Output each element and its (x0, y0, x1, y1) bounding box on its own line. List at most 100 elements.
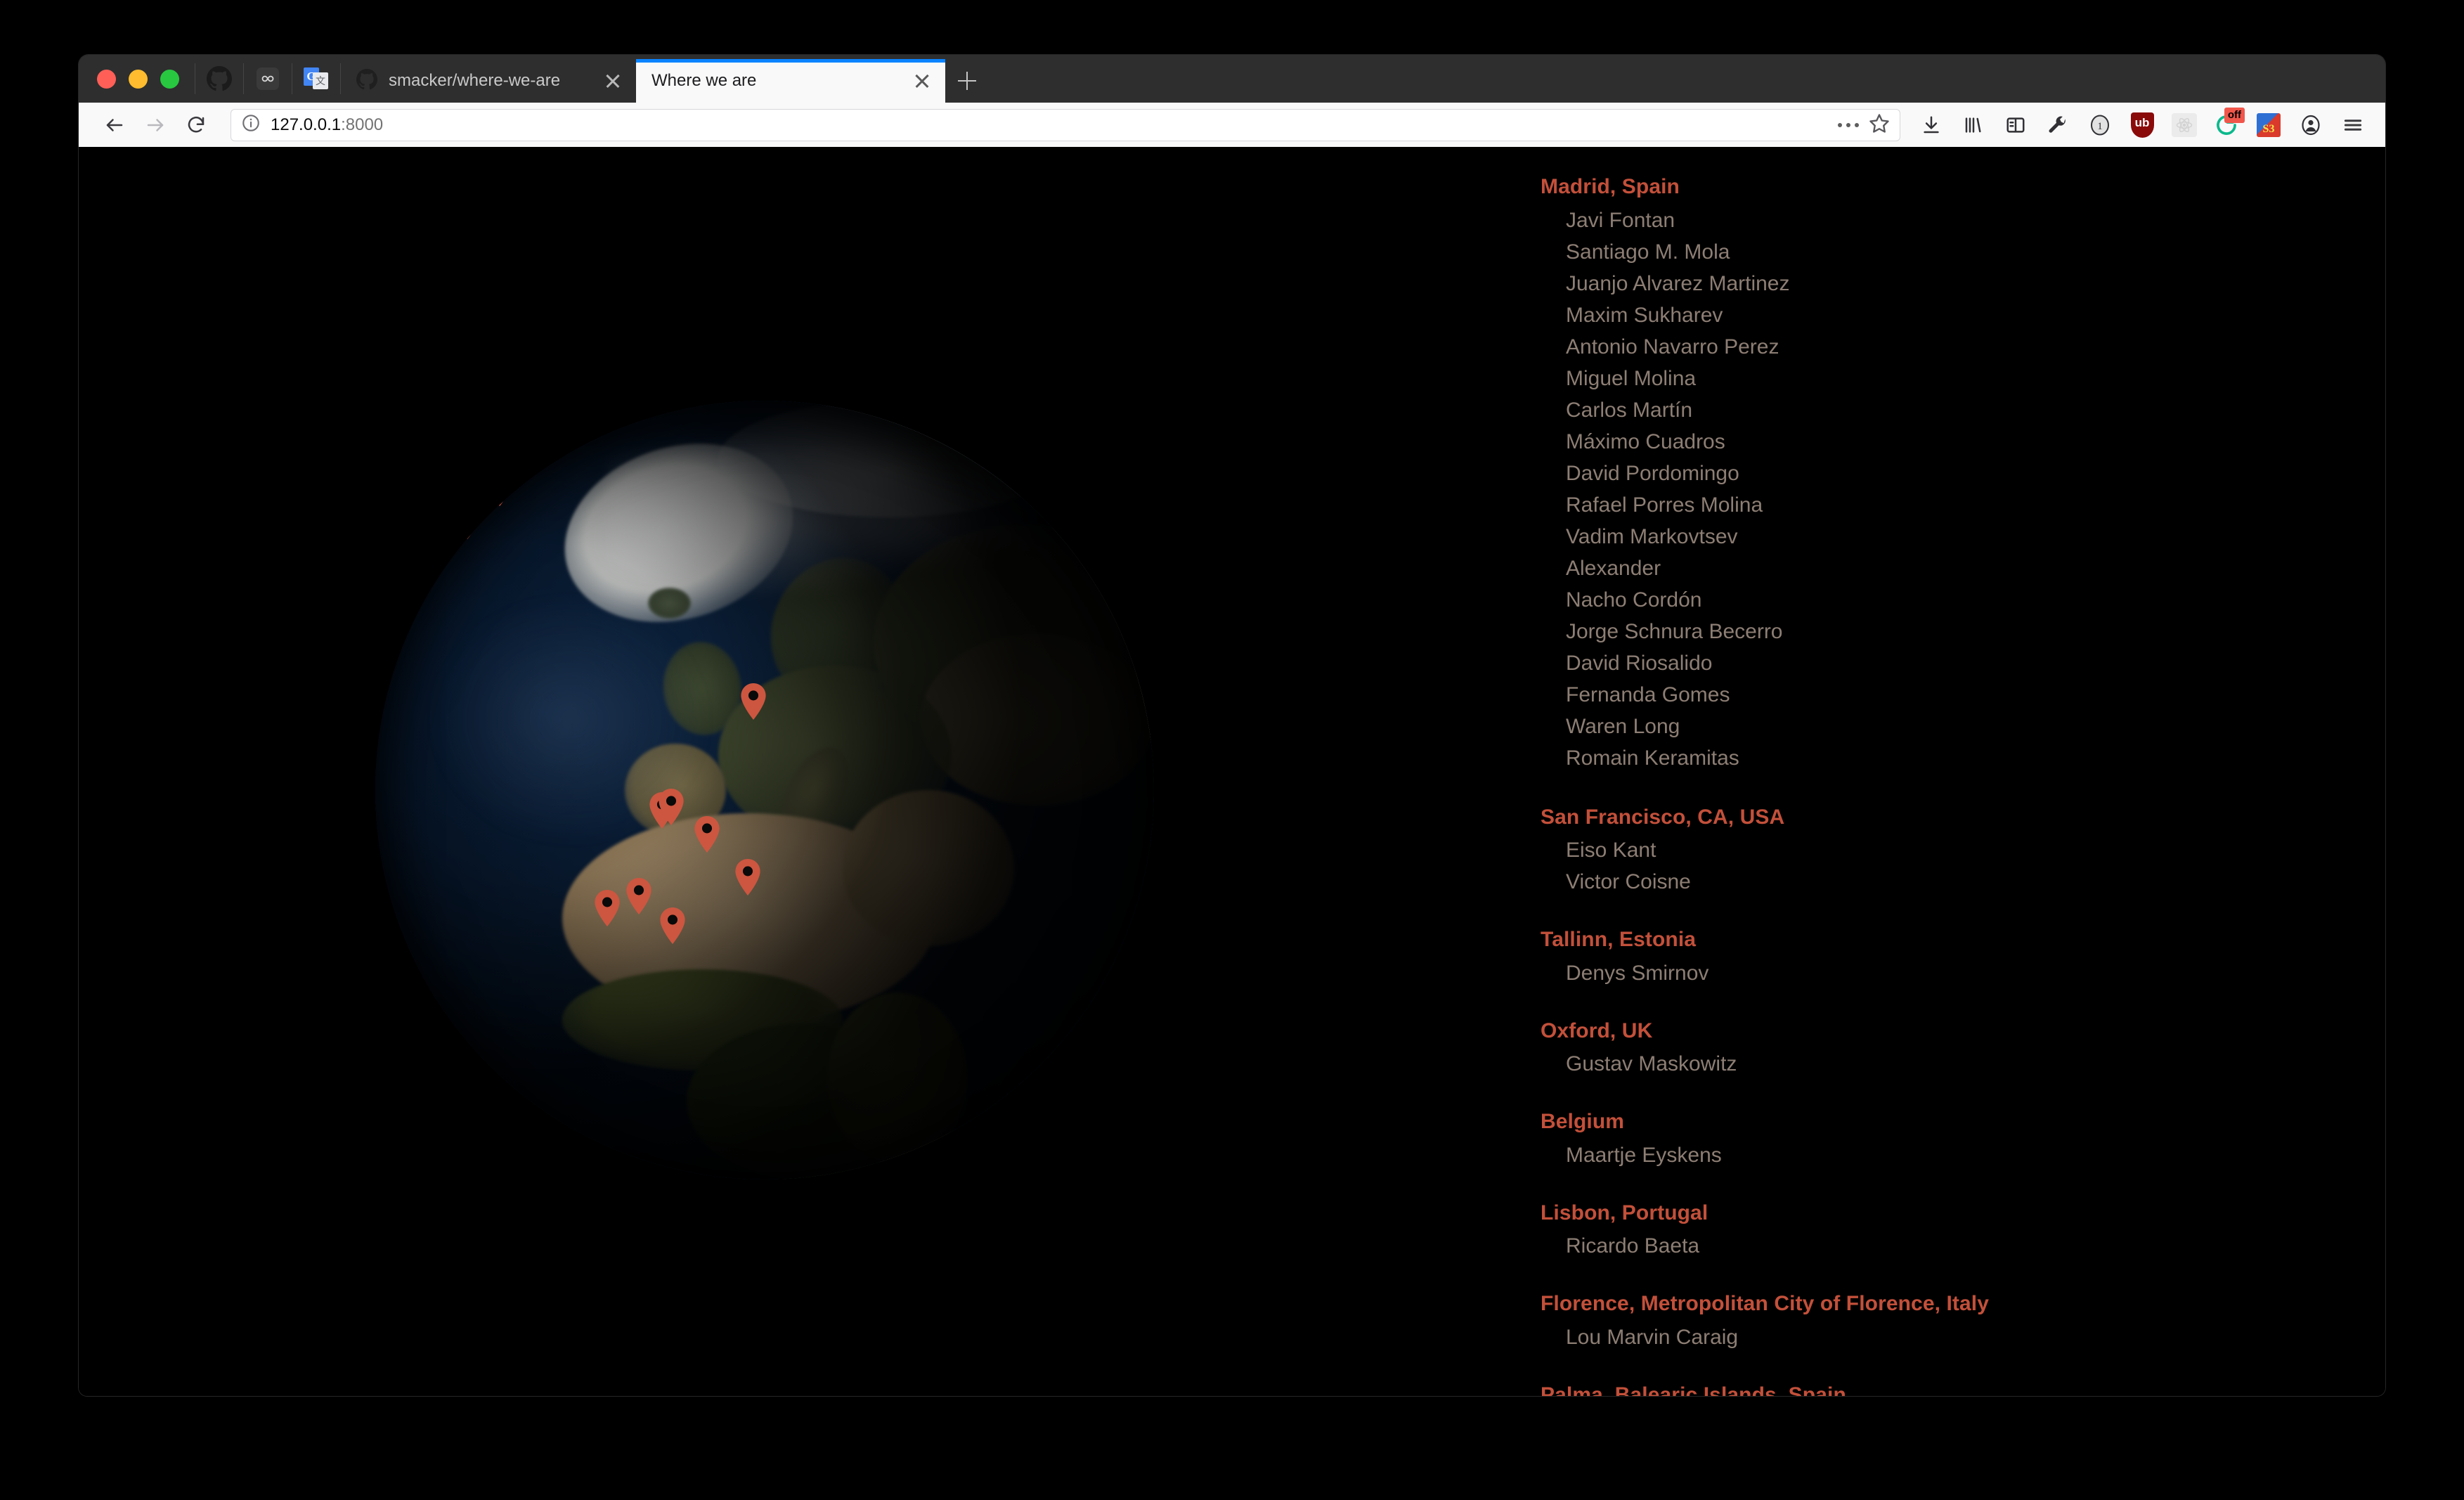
person-name: Victor Coisne (1541, 866, 2343, 898)
pinned-tab-infinity[interactable] (244, 55, 292, 103)
person-name: Eiso Kant (1541, 834, 2343, 866)
city-name: San Francisco, CA, USA (1541, 803, 2343, 832)
city-name: Florence, Metropolitan City of Florence,… (1541, 1290, 2343, 1319)
reload-icon (186, 115, 207, 136)
tab-title: smacker/where-we-are (389, 71, 591, 91)
new-tab-button[interactable] (945, 59, 989, 103)
city-block: San Francisco, CA, USAEiso KantVictor Co… (1541, 803, 2343, 898)
svg-text:1: 1 (2097, 121, 2103, 132)
ublock-origin-button[interactable]: ub (2122, 106, 2162, 144)
url-input[interactable]: 127.0.0.1:8000 (271, 115, 1828, 135)
city-block: Oxford, UKGustav Maskowitz (1541, 1017, 2343, 1080)
infinity-icon (256, 67, 280, 91)
close-window-button[interactable] (97, 70, 116, 89)
person-name: Denys Smirnov (1541, 957, 2343, 989)
city-block: Palma, Balearic Islands, Spain (1541, 1381, 2343, 1397)
status-badge: off (2224, 108, 2245, 123)
pin-belgium[interactable] (694, 816, 720, 853)
city-block: BelgiumMaartje Eyskens (1541, 1108, 2343, 1171)
pin-balearic-palma[interactable] (659, 907, 686, 944)
person-name: Máximo Cuadros (1541, 426, 2343, 458)
page-actions-button[interactable] (1838, 123, 1859, 127)
onepassword-button[interactable]: 1 (2080, 106, 2120, 144)
navigation-toolbar: 127.0.0.1:8000 (79, 103, 2385, 148)
url-host: 127.0.0.1 (271, 115, 341, 134)
city-name: Oxford, UK (1541, 1017, 2343, 1046)
menu-icon (2342, 115, 2364, 136)
city-name: Palma, Balearic Islands, Spain (1541, 1381, 2343, 1397)
ublock-origin-icon: ub (2131, 112, 2154, 138)
person-name: Ricardo Baeta (1541, 1230, 2343, 1262)
city-name: Madrid, Spain (1541, 173, 2343, 202)
person-name: Javi Fontan (1541, 205, 2343, 236)
pin-uk-b[interactable] (658, 789, 685, 825)
zoom-window-button[interactable] (160, 70, 179, 89)
github-icon (207, 66, 232, 91)
city-block: Tallinn, EstoniaDenys Smirnov (1541, 926, 2343, 989)
city-name: Belgium (1541, 1108, 2343, 1137)
person-name: Vadim Markovtsev (1541, 521, 2343, 552)
pin-portugal-lisbon[interactable] (594, 890, 621, 926)
city-block: Madrid, Spain Javi FontanSantiago M. Mola… (1541, 173, 2343, 774)
react-devtools-icon (2172, 113, 2197, 137)
pin-scandinavia[interactable] (740, 683, 767, 720)
account-button[interactable] (2291, 106, 2330, 144)
person-name: Maxim Sukharev (1541, 299, 2343, 331)
developer-tools-button[interactable] (2038, 106, 2077, 144)
window-controls (79, 55, 195, 103)
toolbar-icon-group: 1 ub (1912, 106, 2373, 144)
person-name: Carlos Martín (1541, 394, 2343, 426)
minimize-window-button[interactable] (129, 70, 148, 89)
pin-greenland-southwest[interactable] (454, 503, 481, 539)
s3-extension-icon (2257, 113, 2281, 137)
tab-smacker-where-we-are[interactable]: smacker/where-we-are (341, 59, 636, 103)
pinned-tab-google-translate[interactable]: G 文 (292, 55, 340, 103)
tab-title: Where we are (651, 71, 900, 91)
url-bar[interactable]: 127.0.0.1:8000 (231, 109, 1900, 141)
page-viewport: Madrid, Spain Javi FontanSantiago M. Mola… (79, 148, 2385, 1396)
forward-button[interactable] (135, 106, 176, 144)
person-name: Rafael Porres Molina (1541, 489, 2343, 521)
earth-globe[interactable] (375, 401, 1154, 1179)
bookmark-star-icon[interactable] (1869, 112, 1890, 137)
tab-where-we-are[interactable]: Where we are (636, 59, 945, 103)
library-icon (1963, 115, 1984, 136)
person-name: Lou Marvin Caraig (1541, 1321, 2343, 1353)
downloads-button[interactable] (1912, 106, 1951, 144)
close-tab-button[interactable] (912, 70, 933, 91)
pinned-tab-github[interactable] (195, 55, 243, 103)
person-name: Nacho Cordón (1541, 584, 2343, 616)
city-block: Florence, Metropolitan City of Florence,… (1541, 1290, 2343, 1353)
person-name: Miguel Molina (1541, 363, 2343, 394)
city-name: Lisbon, Portugal (1541, 1199, 2343, 1228)
pin-spain-madrid[interactable] (625, 878, 652, 914)
locations-roster: Madrid, Spain Javi FontanSantiago M. Mola… (1456, 148, 2385, 1396)
react-devtools-button[interactable] (2165, 106, 2204, 144)
pin-greenland-west[interactable] (486, 470, 513, 506)
library-button[interactable] (1954, 106, 1993, 144)
onepassword-icon: 1 (2089, 114, 2111, 136)
person-name: Antonio Navarro Perez (1541, 331, 2343, 363)
sidebar-icon (2005, 115, 2026, 136)
person-name: Waren Long (1541, 711, 2343, 742)
sidebar-button[interactable] (1996, 106, 2035, 144)
person-name: Santiago M. Mola (1541, 236, 2343, 268)
auto-refresh-button[interactable]: off (2207, 106, 2246, 144)
s3-extension-button[interactable] (2249, 106, 2288, 144)
city-name: Tallinn, Estonia (1541, 926, 2343, 955)
person-name: David Pordomingo (1541, 458, 2343, 489)
person-name: Romain Keramitas (1541, 742, 2343, 774)
person-name: Maartje Eyskens (1541, 1139, 2343, 1171)
info-circle-icon[interactable] (241, 113, 261, 136)
forward-arrow-icon (145, 115, 166, 136)
menu-button[interactable] (2333, 106, 2373, 144)
person-name: Fernanda Gomes (1541, 679, 2343, 711)
downloads-icon (1921, 115, 1942, 136)
url-port: :8000 (341, 115, 383, 134)
reload-button[interactable] (176, 106, 216, 144)
google-translate-icon: G 文 (304, 66, 329, 91)
city-block: Lisbon, PortugalRicardo Baeta (1541, 1199, 2343, 1262)
pin-italy-florence[interactable] (734, 859, 761, 896)
back-button[interactable] (94, 106, 135, 144)
close-tab-button[interactable] (602, 70, 623, 91)
